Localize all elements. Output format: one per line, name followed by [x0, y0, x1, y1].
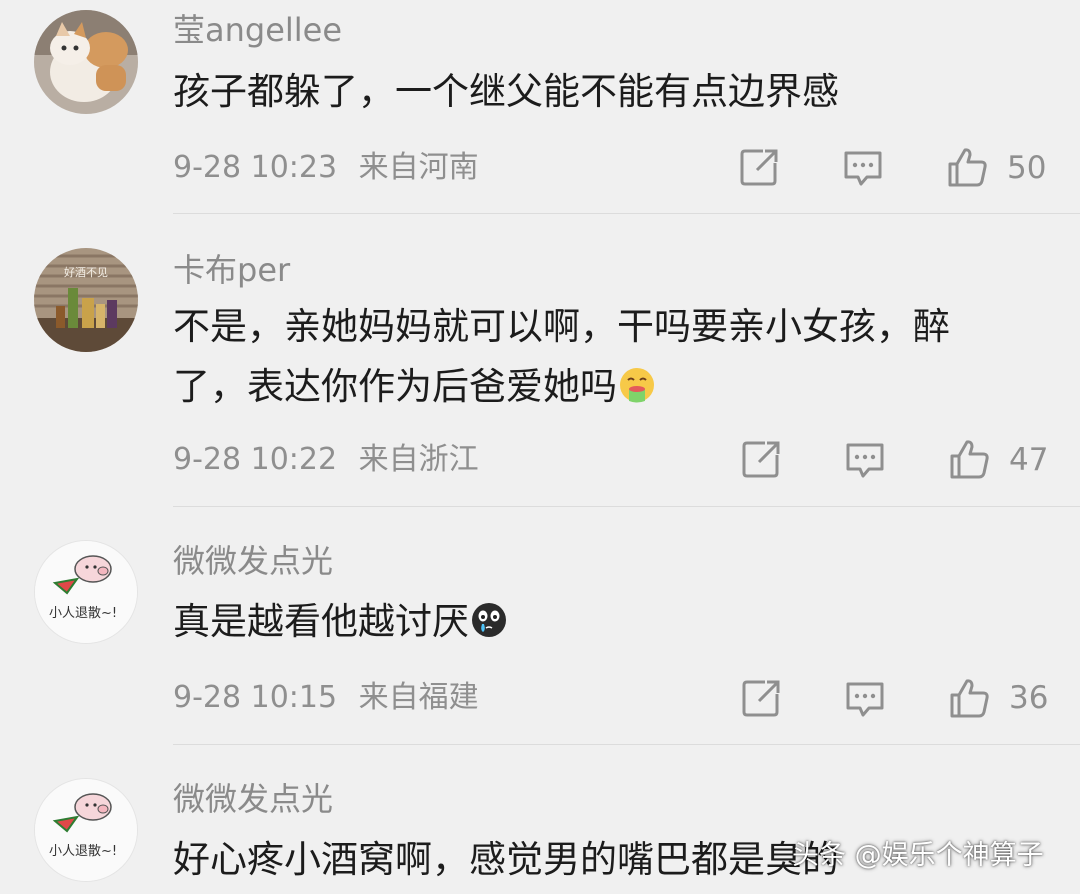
comment-text-content: 不是，亲她妈妈就可以啊，干吗要亲小女孩，醉了，表达你作为后爸爱她吗 — [173, 305, 950, 408]
comment-text-content: 真是越看他越讨厌 — [173, 600, 469, 643]
reply-icon[interactable] — [841, 145, 885, 189]
reply-icon[interactable] — [843, 676, 887, 720]
watermark: 头条 @娱乐个神算子 — [792, 840, 1044, 871]
like-count: 36 — [1009, 680, 1049, 716]
like-icon[interactable] — [945, 145, 989, 189]
username[interactable]: 莹angellee — [173, 10, 342, 50]
comment-location: 来自河南 — [358, 150, 479, 185]
comment-location: 来自浙江 — [358, 442, 479, 477]
crying-face-emoji — [472, 603, 506, 637]
username[interactable]: 微微发点光 — [173, 779, 333, 819]
comment-text: 真是越看他越讨厌 — [173, 592, 1023, 652]
share-icon[interactable] — [737, 145, 781, 189]
avatar-sign: 小人退散~! — [49, 606, 117, 621]
comment-text: 不是，亲她妈妈就可以啊，干吗要亲小女孩，醉了，表达你作为后爸爱她吗 — [173, 297, 1023, 417]
share-icon[interactable] — [739, 437, 783, 481]
username[interactable]: 卡布per — [173, 250, 290, 290]
divider — [173, 506, 1080, 507]
like-icon[interactable] — [947, 437, 991, 481]
comment-location: 来自福建 — [358, 680, 479, 715]
comment-time: 9-28 10:22 — [173, 442, 338, 477]
share-icon[interactable] — [739, 676, 783, 720]
username[interactable]: 微微发点光 — [173, 541, 333, 581]
comment-time: 9-28 10:23 — [173, 150, 338, 185]
like-count: 47 — [1009, 442, 1049, 478]
divider — [173, 213, 1080, 214]
like-icon[interactable] — [947, 676, 991, 720]
like-count: 50 — [1007, 150, 1047, 186]
avatar-sign: 好酒不见 — [64, 265, 108, 279]
avatar-sign: 小人退散~! — [49, 844, 117, 859]
comment-meta: 9-28 10:23 来自河南 — [173, 148, 479, 188]
avatar[interactable] — [34, 10, 138, 114]
comment-text: 孩子都躲了，一个继父能不能有点边界感 — [173, 70, 839, 113]
comment-time: 9-28 10:15 — [173, 680, 338, 715]
avatar[interactable]: 小人退散~! — [34, 778, 138, 882]
comment-meta: 9-28 10:15 来自福建 — [173, 678, 479, 718]
avatar[interactable]: 小人退散~! — [34, 540, 138, 644]
vomiting-face-emoji — [620, 368, 654, 403]
reply-icon[interactable] — [843, 437, 887, 481]
divider — [173, 744, 1080, 745]
avatar[interactable]: 好酒不见 — [34, 248, 138, 352]
comment-meta: 9-28 10:22 来自浙江 — [173, 440, 479, 480]
